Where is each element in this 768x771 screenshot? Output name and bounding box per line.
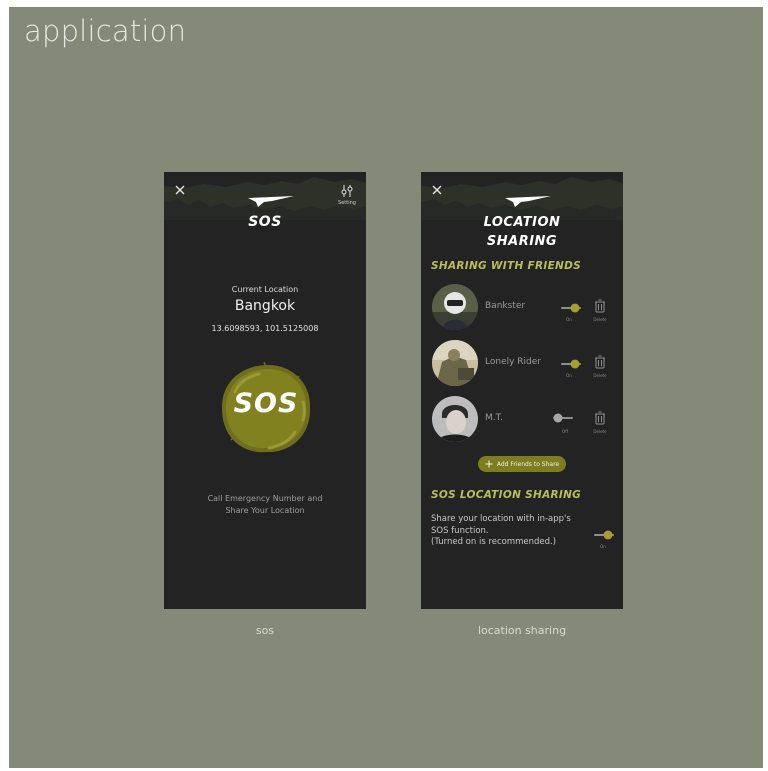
delete-label: Delete xyxy=(593,429,607,434)
friend-name: M.T. xyxy=(485,413,503,423)
sos-share-toggle[interactable] xyxy=(593,529,615,541)
page-title: application xyxy=(24,14,187,48)
coordinates: 13.6098593, 101.5125008 xyxy=(211,324,319,333)
setting-icon[interactable] xyxy=(339,184,355,198)
avatar xyxy=(432,396,478,442)
location-sharing-screen: LOCATION SHARING SHARING WITH FRIENDS Ba… xyxy=(421,172,623,609)
sos-screen: Setting SOS Current Location Bangkok 13.… xyxy=(164,172,366,609)
sos-sharing-heading: SOS LOCATION SHARING xyxy=(431,489,582,501)
friend-row: Lonely Rider On Delete xyxy=(421,340,623,390)
artboard: application Setting SOS Current Location… xyxy=(9,7,763,768)
location-title-line2: SHARING xyxy=(486,234,558,249)
friend-row: M.T. Off Delete xyxy=(421,396,623,446)
share-toggle[interactable] xyxy=(560,358,582,370)
avatar xyxy=(432,284,478,330)
sos-desc-line1: Call Emergency Number and xyxy=(207,494,323,503)
avatar xyxy=(432,340,478,386)
close-icon[interactable] xyxy=(173,183,187,197)
toggle-state-label: On xyxy=(566,317,572,322)
toggle-state-label: Off xyxy=(562,429,568,434)
sos-desc-line2: SOS function. xyxy=(431,525,489,536)
friend-row: Bankster On Delete xyxy=(421,284,623,334)
trash-icon[interactable] xyxy=(594,355,606,369)
sos-desc-line3: (Turned on is recommended.) xyxy=(431,537,557,547)
close-icon[interactable] xyxy=(430,183,444,197)
trash-icon[interactable] xyxy=(594,411,606,425)
logo-icon xyxy=(248,196,294,207)
location-label: Current Location xyxy=(231,285,299,294)
sos-desc-line2: Share Your Location xyxy=(225,506,305,515)
toggle-state-label: On xyxy=(600,544,606,549)
logo-icon xyxy=(505,196,551,207)
friend-name: Bankster xyxy=(485,301,526,311)
delete-label: Delete xyxy=(593,317,607,322)
delete-label: Delete xyxy=(593,373,607,378)
setting-label: Setting xyxy=(338,200,356,206)
caption-sos: sos xyxy=(255,624,275,637)
plus-icon xyxy=(485,460,493,468)
toggle-state-label: On xyxy=(566,373,572,378)
share-toggle[interactable] xyxy=(560,302,582,314)
share-toggle[interactable] xyxy=(552,412,574,424)
sos-title: SOS xyxy=(248,214,282,230)
sos-button[interactable]: SOS xyxy=(219,362,313,456)
friends-section-heading: SHARING WITH FRIENDS xyxy=(431,260,582,272)
sos-button-label: SOS xyxy=(233,388,299,419)
location-title-line1: LOCATION xyxy=(483,215,561,230)
city-name: Bangkok xyxy=(234,298,296,314)
caption-location-sharing: location sharing xyxy=(477,624,567,637)
trash-icon[interactable] xyxy=(594,299,606,313)
add-friends-label: Add Friends to Share xyxy=(496,460,560,468)
sos-desc-line1: Share your location with in-app's xyxy=(431,514,571,524)
friend-name: Lonely Rider xyxy=(485,357,541,367)
add-friends-button[interactable]: Add Friends to Share xyxy=(478,456,566,472)
sos-sharing-description: Share your location with in-app's SOS fu… xyxy=(431,514,601,549)
